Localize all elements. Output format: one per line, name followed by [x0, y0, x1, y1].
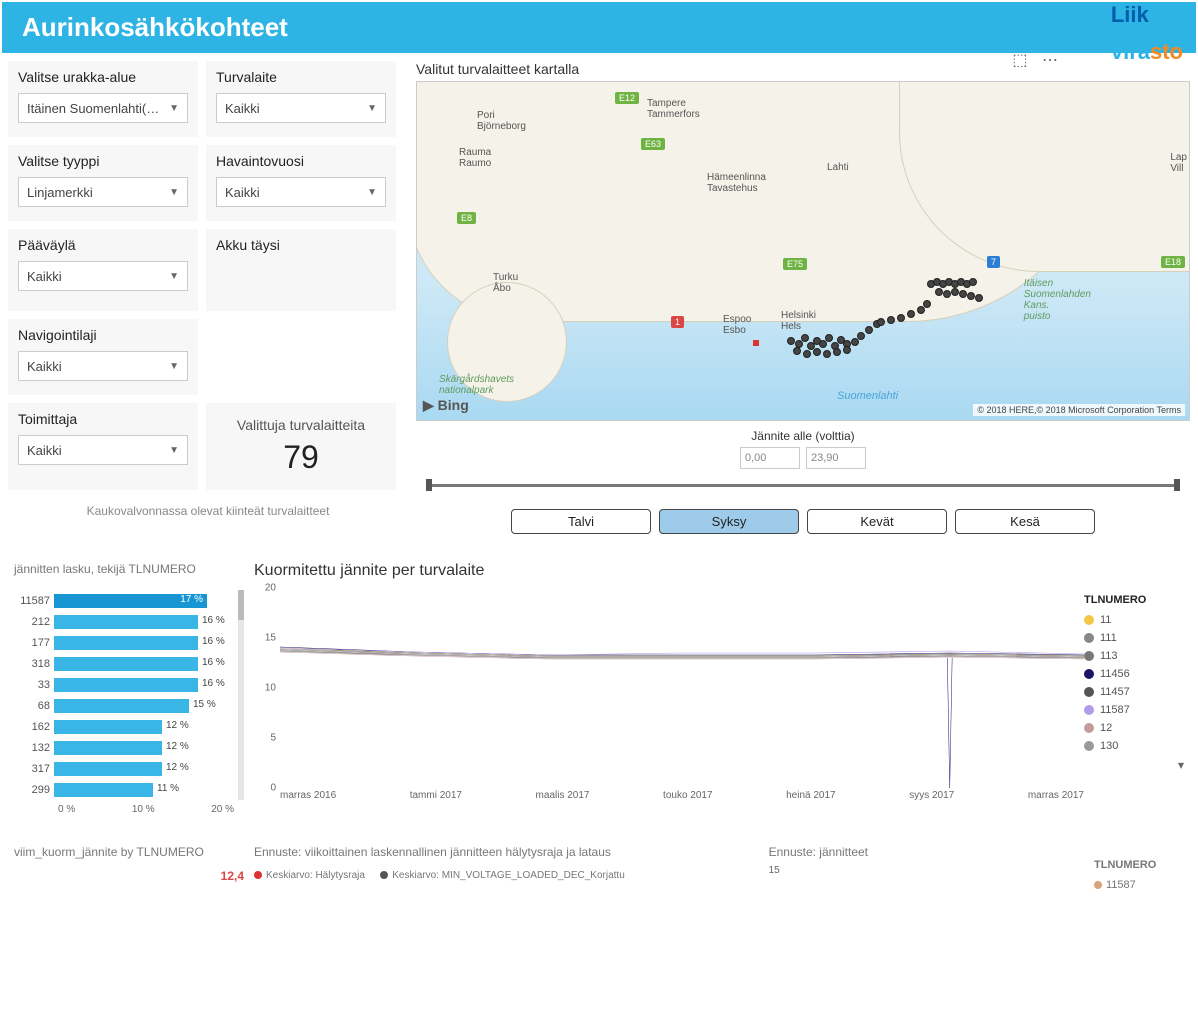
- map-marker[interactable]: [923, 300, 931, 308]
- more-options-icon[interactable]: ⋯: [1042, 52, 1058, 69]
- legend-entry[interactable]: 11587: [1084, 704, 1184, 716]
- legend-entry[interactable]: 11457: [1084, 686, 1184, 698]
- footer-chart-ennuste-halytysraja[interactable]: Ennuste: viikoittainen laskennallinen jä…: [254, 845, 759, 891]
- sidebar-footnote: Kaukovalvonnassa olevat kiinteät turvala…: [8, 498, 408, 524]
- bar-row[interactable]: 1158717 %: [14, 590, 234, 611]
- map-marker[interactable]: [843, 346, 851, 354]
- dropdown-paavayla[interactable]: Kaikki▼: [18, 261, 188, 291]
- legend-entry[interactable]: 12: [1084, 722, 1184, 734]
- map-marker[interactable]: [967, 292, 975, 300]
- map-title: Valitut turvalaitteet kartalla: [416, 61, 1190, 77]
- legend-entry[interactable]: 111: [1084, 632, 1184, 644]
- bar-row[interactable]: 31712 %: [14, 758, 234, 779]
- legend-entry[interactable]: 11456: [1084, 668, 1184, 680]
- bar-row[interactable]: 6815 %: [14, 695, 234, 716]
- bar-row[interactable]: 29911 %: [14, 779, 234, 800]
- bar-row[interactable]: 16212 %: [14, 716, 234, 737]
- filter-urakka-alue: Valitse urakka-alue Itäinen Suomenlahti(…: [8, 61, 198, 137]
- filter-toimittaja: Toimittaja Kaikki▼: [8, 403, 198, 490]
- map-marker[interactable]: [897, 314, 905, 322]
- map-marker[interactable]: [907, 310, 915, 318]
- map-marker[interactable]: [887, 316, 895, 324]
- season-syksy-button[interactable]: Syksy: [659, 509, 799, 534]
- bar-chart[interactable]: jännitten lasku, tekijä TLNUMERO 1158717…: [14, 562, 244, 815]
- bar-row[interactable]: 17716 %: [14, 632, 234, 653]
- bar-chart-scrollbar[interactable]: [238, 590, 244, 800]
- slider-min-input[interactable]: [740, 447, 800, 469]
- map-marker[interactable]: [943, 290, 951, 298]
- map-marker[interactable]: [959, 290, 967, 298]
- bar-row[interactable]: 31816 %: [14, 653, 234, 674]
- filter-navigointilaji: Navigointilaji Kaikki▼: [8, 319, 198, 395]
- legend-more-icon[interactable]: ▾: [1084, 758, 1184, 772]
- dropdown-navigointilaji[interactable]: Kaikki▼: [18, 351, 188, 381]
- slider-handle-min[interactable]: [426, 479, 432, 491]
- map-attribution: © 2018 HERE,© 2018 Microsoft Corporation…: [973, 404, 1185, 416]
- legend-entry[interactable]: 113: [1084, 650, 1184, 662]
- dropdown-tyyppi[interactable]: Linjamerkki▼: [18, 177, 188, 207]
- map-marker[interactable]: [865, 326, 873, 334]
- focus-mode-icon[interactable]: ⬚: [1012, 52, 1027, 69]
- dropdown-urakka-alue[interactable]: Itäinen Suomenlahti(…▼: [18, 93, 188, 123]
- map-marker[interactable]: [823, 350, 831, 358]
- dropdown-havaintovuosi[interactable]: Kaikki▼: [216, 177, 386, 207]
- dropdown-toimittaja[interactable]: Kaikki▼: [18, 435, 188, 465]
- chevron-down-icon: ▼: [367, 103, 377, 114]
- slider-label: Jännite alle (volttia): [416, 429, 1190, 443]
- chevron-down-icon: ▼: [169, 361, 179, 372]
- map-marker[interactable]: [793, 347, 801, 355]
- map-marker[interactable]: [813, 348, 821, 356]
- footer-chart-viim-kuorm[interactable]: viim_kuorm_jännite by TLNUMERO 12,4: [14, 845, 244, 891]
- legend-entry[interactable]: 130: [1084, 740, 1184, 752]
- dropdown-turvalaite[interactable]: Kaikki▼: [216, 93, 386, 123]
- filter-akku-taysi: Akku täysi: [206, 229, 396, 311]
- map-marker[interactable]: [825, 334, 833, 342]
- chevron-down-icon: ▼: [169, 271, 179, 282]
- map-marker[interactable]: [801, 334, 809, 342]
- filter-turvalaite: Turvalaite Kaikki▼: [206, 61, 396, 137]
- bar-row[interactable]: 13212 %: [14, 737, 234, 758]
- filter-paavayla: Pääväylä Kaikki▼: [8, 229, 198, 311]
- bar-row[interactable]: 3316 %: [14, 674, 234, 695]
- bing-logo: ▶ Bing: [423, 397, 469, 414]
- map-marker[interactable]: [975, 294, 983, 302]
- legend-entry[interactable]: 11: [1084, 614, 1184, 626]
- filter-sidebar: Valitse urakka-alue Itäinen Suomenlahti(…: [8, 61, 408, 534]
- slider-handle-max[interactable]: [1174, 479, 1180, 491]
- map-marker[interactable]: [969, 278, 977, 286]
- count-value: 79: [210, 439, 392, 476]
- brand-logo: Liik enne virasto: [1111, 6, 1183, 62]
- map-marker[interactable]: [787, 337, 795, 345]
- slider-max-input[interactable]: [806, 447, 866, 469]
- chevron-down-icon: ▼: [169, 103, 179, 114]
- page-header: Aurinkosähkökohteet: [2, 2, 1196, 53]
- filter-tyyppi: Valitse tyyppi Linjamerkki▼: [8, 145, 198, 221]
- line-chart[interactable]: Kuormitettu jännite per turvalaite 20151…: [254, 562, 1184, 815]
- chevron-down-icon: ▼: [169, 187, 179, 198]
- map-marker[interactable]: [877, 318, 885, 326]
- page-title: Aurinkosähkökohteet: [22, 12, 288, 42]
- count-card: Valittuja turvalaitteita 79: [206, 403, 396, 490]
- range-slider[interactable]: [426, 475, 1180, 495]
- chevron-down-icon: ▼: [367, 187, 377, 198]
- map-marker-highlight[interactable]: [753, 340, 759, 346]
- bar-row[interactable]: 21216 %: [14, 611, 234, 632]
- season-kesa-button[interactable]: Kesä: [955, 509, 1095, 534]
- filter-havaintovuosi: Havaintovuosi Kaikki▼: [206, 145, 396, 221]
- line-chart-legend: TLNUMERO 1111111311456114571158712130 ▾: [1084, 588, 1184, 808]
- map-marker[interactable]: [857, 332, 865, 340]
- map-marker[interactable]: [803, 350, 811, 358]
- chevron-down-icon: ▼: [169, 445, 179, 456]
- season-talvi-button[interactable]: Talvi: [511, 509, 651, 534]
- map-marker[interactable]: [951, 288, 959, 296]
- footer-chart-ennuste-jannitteet[interactable]: Ennuste: jännitteet 15: [769, 845, 1084, 891]
- season-kevat-button[interactable]: Kevät: [807, 509, 947, 534]
- map-marker[interactable]: [935, 288, 943, 296]
- map-visual[interactable]: Pori Björneborg Rauma Raumo Tampere Tamm…: [416, 81, 1190, 421]
- map-marker[interactable]: [833, 348, 841, 356]
